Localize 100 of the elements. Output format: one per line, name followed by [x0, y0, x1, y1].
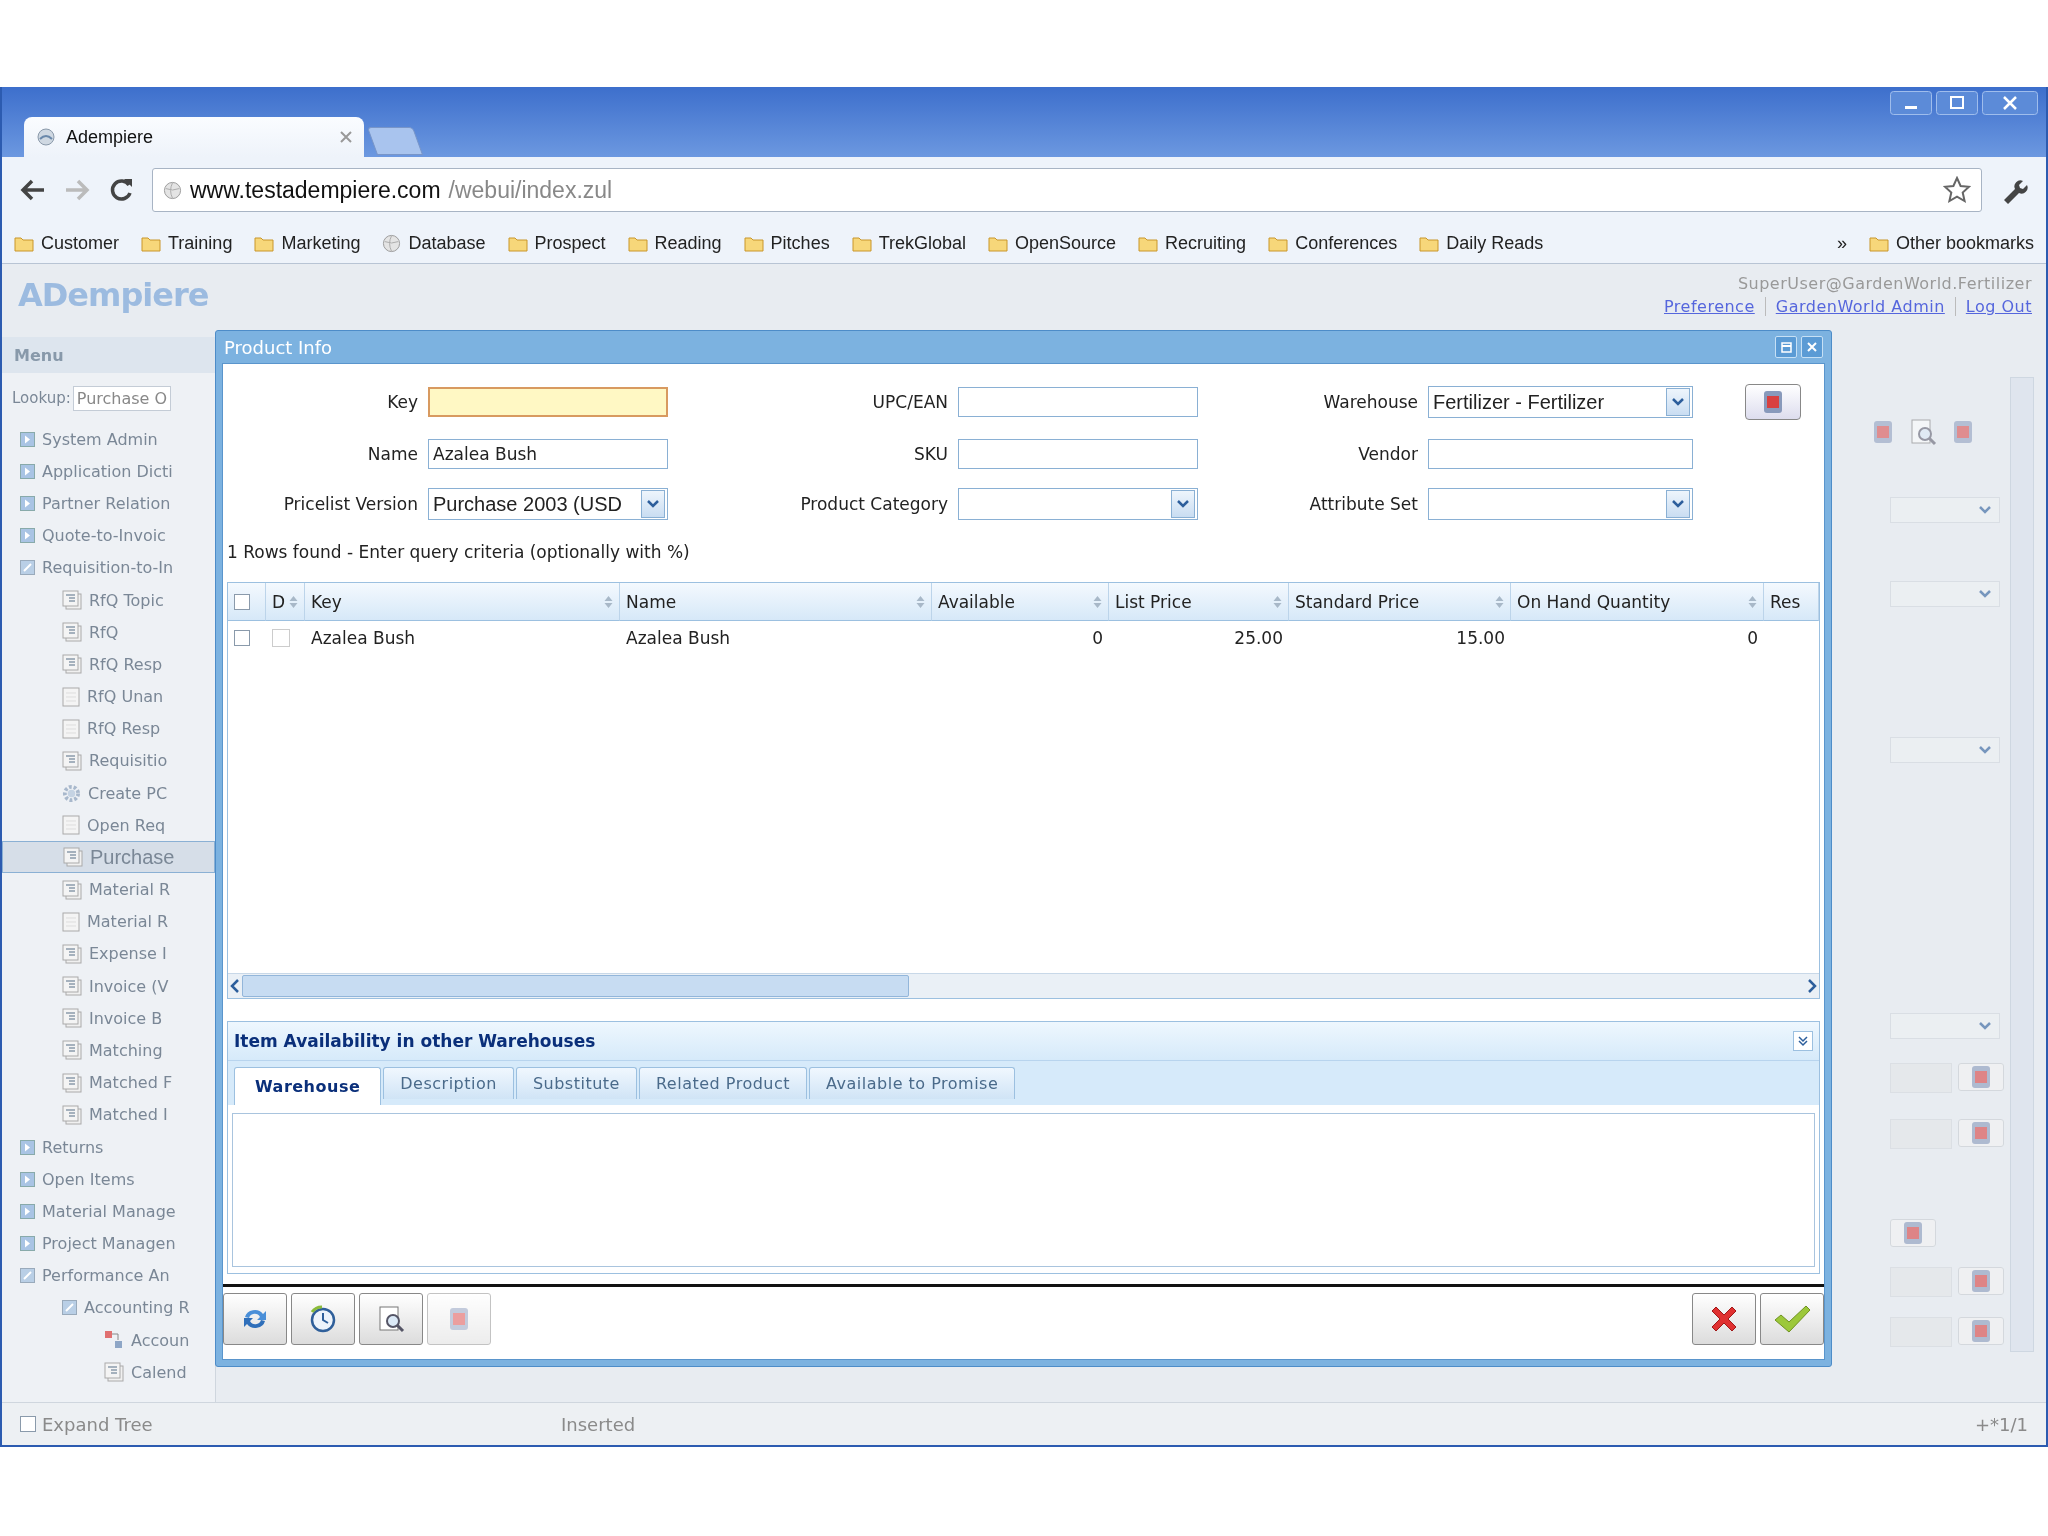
back-icon[interactable] [20, 178, 46, 202]
lookup-button[interactable] [1958, 1119, 2004, 1147]
bookmark[interactable]: Marketing [254, 232, 361, 254]
close-icon[interactable] [1982, 91, 2038, 115]
collapsed-folder-icon[interactable] [20, 463, 35, 479]
column-header[interactable]: Res [1764, 583, 1819, 621]
collapsed-folder-icon[interactable] [20, 1171, 35, 1187]
tree-item[interactable]: Matching [2, 1034, 215, 1067]
bookmark[interactable]: Pitches [743, 232, 830, 254]
tree-item[interactable]: Invoice (V [2, 970, 215, 1003]
star-icon[interactable] [1943, 176, 1971, 204]
tree-item[interactable]: Quote-to-Invoic [2, 519, 215, 552]
tree-item[interactable]: Requisitio [2, 744, 215, 778]
collapsed-folder-icon[interactable] [20, 495, 35, 511]
expanded-folder-icon[interactable] [62, 1300, 77, 1316]
address-bar[interactable]: www.testadempiere.com /webui/index.zul [152, 168, 1982, 212]
lookup-button[interactable] [1958, 1063, 2004, 1091]
collapse-button[interactable] [1793, 1031, 1813, 1051]
tree-item[interactable]: Requisition-to-In [2, 551, 215, 584]
column-header[interactable]: Name [620, 583, 932, 621]
column-header[interactable]: Key [305, 583, 620, 621]
tree-item[interactable]: RfQ Topic [2, 583, 215, 617]
toolbar-button[interactable] [291, 1293, 355, 1345]
reload-icon[interactable] [108, 177, 134, 203]
text-field[interactable] [958, 387, 1198, 417]
tree-item[interactable]: Application Dicti [2, 455, 215, 488]
maximize-button[interactable] [1775, 336, 1797, 358]
expanded-folder-icon[interactable] [20, 560, 35, 576]
collapsed-folder-icon[interactable] [20, 528, 35, 544]
tree-item[interactable]: RfQ Resp [2, 648, 215, 681]
tree-item[interactable]: Material Manage [2, 1195, 215, 1228]
close-icon[interactable] [340, 131, 352, 143]
scrollbar[interactable] [2010, 377, 2034, 1352]
bookmark[interactable]: Conferences [1268, 232, 1398, 254]
bookmark[interactable]: Training [141, 232, 233, 254]
bookmark[interactable]: Prospect [507, 232, 606, 254]
tree-item[interactable]: Calend [2, 1356, 215, 1389]
lookup-button[interactable] [1890, 1219, 1936, 1247]
tab[interactable]: Description [383, 1067, 514, 1099]
tree-item[interactable]: Performance An [2, 1259, 215, 1292]
dropdown-field[interactable] [958, 488, 1198, 520]
tree-item[interactable]: Matched F [2, 1066, 215, 1099]
bookmark[interactable]: TrekGlobal [851, 232, 966, 254]
bookmark[interactable]: Daily Reads [1419, 232, 1544, 254]
tree-item[interactable]: Open Req [2, 809, 215, 842]
text-field[interactable]: Azalea Bush [428, 439, 668, 469]
scroll-right-icon[interactable] [1805, 978, 1819, 994]
minimize-icon[interactable] [1890, 91, 1932, 115]
tree-item[interactable]: Project Managen [2, 1227, 215, 1260]
checkbox[interactable] [234, 630, 250, 646]
tree-item[interactable]: Returns [2, 1130, 215, 1164]
checkbox[interactable] [20, 1416, 36, 1432]
new-tab-button[interactable] [366, 127, 424, 155]
tree-item[interactable]: RfQ Resp [2, 712, 215, 745]
scrollbar[interactable] [228, 973, 1819, 998]
maximize-icon[interactable] [1936, 91, 1978, 115]
collapsed-folder-icon[interactable] [20, 1139, 35, 1155]
ok-button[interactable] [1760, 1293, 1824, 1345]
bookmark[interactable]: Other bookmarks [1868, 232, 2034, 254]
tree-item[interactable]: Accoun [2, 1324, 215, 1357]
text-field[interactable] [958, 439, 1198, 469]
toolbar-button[interactable] [223, 1293, 287, 1345]
record-button[interactable] [1745, 384, 1801, 420]
cancel-button[interactable] [1692, 1293, 1756, 1345]
bookmark[interactable]: Database [382, 232, 486, 254]
toolbar-button[interactable] [359, 1293, 423, 1345]
tree-item[interactable]: Expense I [2, 937, 215, 970]
tree-item[interactable]: System Admin [2, 423, 215, 456]
tree-item[interactable]: RfQ [2, 616, 215, 649]
browser-tab[interactable]: Adempiere [24, 117, 364, 157]
text-field[interactable] [1428, 439, 1693, 469]
header-link[interactable]: Log Out [1965, 297, 2032, 316]
collapsed-folder-icon[interactable] [20, 1236, 35, 1252]
close-button[interactable] [1801, 336, 1823, 358]
bookmark[interactable]: Customer [14, 232, 120, 254]
tree-item[interactable]: Material R [2, 905, 215, 938]
tree-item[interactable]: RfQ Unan [2, 680, 215, 713]
tab[interactable]: Substitute [515, 1067, 637, 1099]
column-header[interactable]: Available [932, 583, 1109, 621]
forward-icon[interactable] [64, 178, 90, 202]
column-header[interactable]: D [266, 583, 305, 621]
checkbox[interactable] [272, 629, 290, 647]
header-link[interactable]: GardenWorld Admin [1775, 297, 1945, 316]
dropdown-field[interactable] [1428, 488, 1693, 520]
bookmark[interactable]: OpenSource [988, 232, 1117, 254]
bookmark[interactable]: Recruiting [1138, 232, 1247, 254]
header-link[interactable]: Preference [1664, 297, 1755, 316]
column-header[interactable]: Standard Price [1289, 583, 1511, 621]
collapsed-folder-icon[interactable] [20, 1203, 35, 1219]
tab[interactable]: Related Product [638, 1067, 808, 1099]
tree-item[interactable]: Accounting R [2, 1291, 215, 1325]
tab[interactable]: Available to Promise [809, 1067, 1016, 1099]
text-field[interactable] [428, 387, 668, 417]
tree-item[interactable]: Material R [2, 873, 215, 906]
dropdown-field[interactable]: Purchase 2003 (USD [428, 488, 668, 520]
bookmarks-overflow[interactable]: » [1836, 232, 1847, 254]
bookmark[interactable]: Reading [627, 232, 722, 254]
tree-item[interactable]: Matched I [2, 1098, 215, 1131]
column-header[interactable]: On Hand Quantity [1511, 583, 1764, 621]
tree-item[interactable]: Partner Relation [2, 487, 215, 520]
